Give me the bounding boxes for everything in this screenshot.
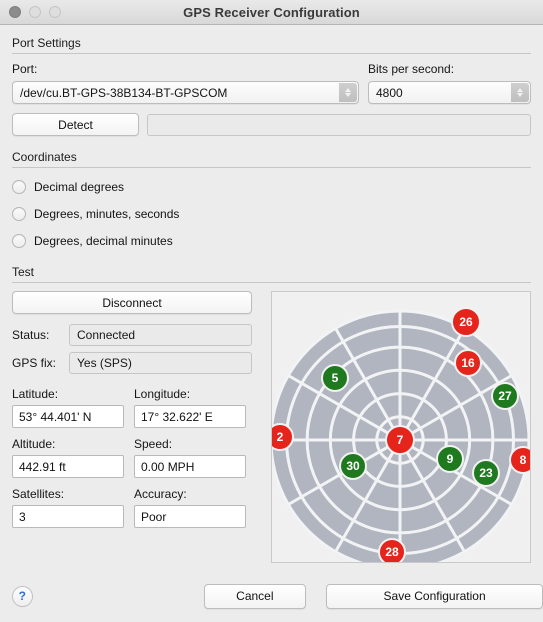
bits-per-second-stepper[interactable]: [511, 83, 529, 102]
satellite-marker-26: 26: [451, 307, 481, 337]
satellite-marker-8: 8: [509, 446, 530, 474]
window-title: GPS Receiver Configuration: [183, 4, 360, 20]
port-select-stepper[interactable]: [339, 83, 357, 102]
chevron-down-icon: [345, 93, 351, 97]
save-configuration-button[interactable]: Save Configuration: [326, 583, 543, 609]
gps-configuration-window: GPS Receiver Configuration Port Settings…: [0, 0, 543, 622]
chevron-up-icon: [345, 88, 351, 92]
radio-decimal-degrees-label: Decimal degrees: [34, 180, 125, 194]
cancel-button[interactable]: Cancel: [203, 583, 307, 609]
disconnect-button[interactable]: Disconnect: [12, 291, 252, 314]
coordinates-divider: [12, 167, 531, 168]
bits-per-second-label: Bits per second:: [368, 62, 455, 76]
port-select-value: /dev/cu.BT-GPS-38B134-BT-GPSCOM: [20, 85, 228, 100]
bits-per-second-select[interactable]: 4800: [368, 81, 531, 104]
radio-circle-icon: [12, 180, 26, 194]
radio-circle-icon: [12, 234, 26, 248]
longitude-field[interactable]: 17° 32.622' E: [134, 405, 246, 428]
satellite-marker-7: 7: [385, 425, 415, 455]
satellite-marker-23: 23: [472, 459, 500, 487]
gps-fix-label: GPS fix:: [12, 356, 57, 370]
maximize-button[interactable]: [49, 6, 61, 18]
status-label: Status:: [12, 328, 50, 342]
satellite-marker-28: 28: [378, 538, 406, 562]
port-settings-heading: Port Settings: [12, 36, 81, 50]
satellite-marker-16: 16: [454, 349, 482, 377]
radio-degrees-minutes-seconds-label: Degrees, minutes, seconds: [34, 207, 180, 221]
chevron-up-icon: [517, 88, 523, 92]
accuracy-label: Accuracy:: [134, 487, 187, 501]
radio-decimal-degrees[interactable]: Decimal degrees: [12, 176, 531, 198]
satellite-marker-27: 27: [491, 382, 519, 410]
altitude-field[interactable]: 442.91 ft: [12, 455, 124, 478]
coordinates-heading: Coordinates: [12, 150, 77, 164]
satellite-marker-30: 30: [339, 452, 367, 480]
port-settings-divider: [12, 53, 531, 54]
longitude-label: Longitude:: [134, 387, 191, 401]
close-button[interactable]: [9, 6, 21, 18]
speed-field[interactable]: 0.00 MPH: [134, 455, 246, 478]
status-field: Connected: [69, 324, 252, 346]
satellite-marker-5: 5: [321, 364, 349, 392]
satellites-field[interactable]: 3: [12, 505, 124, 528]
satellite-marker-9: 9: [436, 445, 464, 473]
radio-degrees-decimal-minutes-label: Degrees, decimal minutes: [34, 234, 173, 248]
bits-per-second-value: 4800: [376, 85, 403, 100]
detect-output-field: [147, 113, 531, 136]
test-divider: [12, 282, 531, 283]
accuracy-field[interactable]: Poor: [134, 505, 246, 528]
detect-button[interactable]: Detect: [12, 113, 139, 136]
dialog-footer: ? Cancel Save Configuration: [0, 570, 543, 622]
title-bar: GPS Receiver Configuration: [0, 0, 543, 25]
port-select[interactable]: /dev/cu.BT-GPS-38B134-BT-GPSCOM: [12, 81, 359, 104]
speed-label: Speed:: [134, 437, 173, 451]
help-button[interactable]: ?: [12, 585, 33, 607]
minimize-button[interactable]: [29, 6, 41, 18]
radio-degrees-minutes-seconds[interactable]: Degrees, minutes, seconds: [12, 203, 531, 225]
chevron-down-icon: [517, 93, 523, 97]
radio-circle-icon: [12, 207, 26, 221]
radio-degrees-decimal-minutes[interactable]: Degrees, decimal minutes: [12, 230, 531, 252]
altitude-label: Altitude:: [12, 437, 56, 451]
satellites-label: Satellites:: [12, 487, 65, 501]
traffic-light-group: [9, 6, 61, 18]
latitude-field[interactable]: 53° 44.401' N: [12, 405, 124, 428]
satellite-sky-plot: 26 16 27 5 2 7 8 30 9 23 28: [271, 291, 531, 563]
gps-fix-field: Yes (SPS): [69, 352, 252, 374]
port-label: Port:: [12, 62, 38, 76]
test-heading: Test: [12, 265, 35, 279]
latitude-label: Latitude:: [12, 387, 59, 401]
